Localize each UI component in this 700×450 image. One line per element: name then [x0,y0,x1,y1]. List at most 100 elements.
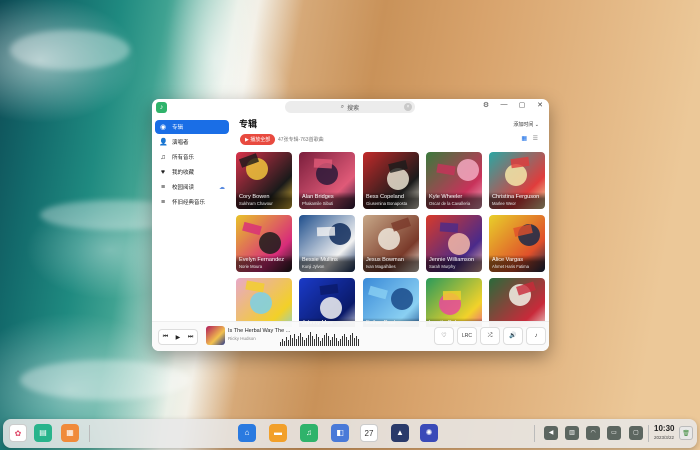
album-caption: Bessie Mullins Kunji Jylvon [299,255,355,272]
app-store-icon[interactable]: ⌂ [238,424,256,442]
album-card[interactable]: Lorette Baby [426,278,482,327]
cloud-sync-icon[interactable]: ☁ [219,184,225,191]
waveform-bar [332,337,333,346]
album-card[interactable] [489,278,545,327]
album-card[interactable] [236,278,292,327]
album-card[interactable]: Christina Ferguson Marlee Weor [489,152,545,209]
album-card[interactable]: Alice Vargas Ahmet Haris Fatima [489,215,545,272]
trash-icon[interactable]: 🗑 [679,426,693,440]
browser-icon[interactable]: ▲ [391,424,409,442]
album-card[interactable]: Kyle Wheeler Oscar de la Cavalleria [426,152,482,209]
album-artist: Ivan Magalhães [366,264,396,269]
favorite-button[interactable]: ♡ [434,327,454,345]
sidebar: ◉ 专辑 👤 演唱者 ♫ 所有音乐 ♥ 我的收藏 ≡ 校园阅读 ☁ ≡ 怀旧经典音乐 [152,117,232,325]
sidebar-item-4[interactable]: ≡ 校园阅读 ☁ [155,180,229,194]
album-name: Alan Bridges [302,194,334,200]
waveform-bar [294,334,295,346]
window-controls: ⚙ — ▢ ✕ [481,101,545,109]
volume-button[interactable]: 🔊 [503,327,523,345]
waveform-bar [330,340,331,346]
music-note-icon: ♫ [160,153,166,161]
clear-search-icon[interactable]: × [404,103,412,111]
playlist-icon: ≡ [160,183,166,191]
now-playing-cover[interactable] [206,326,225,345]
sidebar-item-0[interactable]: ◉ 专辑 [155,120,229,134]
volume-icon: 🔊 [509,333,517,339]
album-card[interactable]: Alan Bridges Phakamile Sibuti [299,152,355,209]
album-card[interactable]: Cory Bowen Sukhram Chavour [236,152,292,209]
album-cover-art [391,217,411,232]
album-card[interactable]: Bessie Mullins Kunji Jylvon [299,215,355,272]
album-cover-art [319,283,339,296]
artist-icon: 👤 [159,139,168,146]
list-view-icon[interactable]: ☰ [533,135,538,142]
album-count-summary: 47张专辑-763首歌曲 [278,137,324,143]
album-cover-art [250,292,272,314]
album-artist: Oscar de la Cavalleria [429,201,471,206]
album-card[interactable]: Jennie Williamson Sarah Murphy [426,215,482,272]
previous-icon[interactable]: ⏮ [163,334,168,341]
wifi-tray-icon[interactable]: ◠ [586,426,600,440]
sidebar-item-label: 我的收藏 [172,170,195,176]
play-icon[interactable]: ▶ [176,334,181,341]
dock-separator [648,425,649,442]
album-card[interactable]: Johnny Mon [299,278,355,327]
sidebar-item-label: 所有音乐 [172,155,195,161]
workspace-icon[interactable]: ▦ [61,424,79,442]
album-card[interactable]: Esther PaulCarlotta Dottore [363,278,419,327]
launcher-icon[interactable]: ✿ [9,424,27,442]
album-caption: Jennie Williamson Sarah Murphy [426,255,482,272]
waveform-bar [350,335,351,346]
album-caption: Cory Bowen Sukhram Chavour [236,192,292,209]
album-cover-art [245,280,265,293]
page-title: 专辑 [239,119,258,129]
next-icon[interactable]: ⏭ [188,334,193,341]
sidebar-item-5[interactable]: ≡ 怀旧经典音乐 [155,195,229,209]
clock-time[interactable]: 10:30 [654,424,674,433]
album-cover-art [242,221,262,236]
play-all-button[interactable]: ▶ 播放全部 [240,134,276,145]
sidebar-item-3[interactable]: ♥ 我的收藏 [155,165,229,179]
shuffle-icon: ⤮ [487,333,493,339]
heart-icon: ♡ [441,333,447,339]
search-input[interactable]: ⌕ 搜索 × [285,101,415,113]
waveform-progress[interactable] [280,332,362,346]
sidebar-item-2[interactable]: ♫ 所有音乐 [155,150,229,164]
close-button[interactable]: ✕ [535,101,545,109]
maximize-button[interactable]: ▢ [517,101,527,109]
document-viewer-icon[interactable]: ◧ [331,424,349,442]
music-app-icon[interactable]: ♫ [300,424,318,442]
volume-tray-icon[interactable]: ◀ [544,426,558,440]
sidebar-item-1[interactable]: 👤 演唱者 [155,135,229,149]
album-caption: Kyle Wheeler Oscar de la Cavalleria [426,192,482,209]
album-cover-art [259,232,281,254]
network-tray-icon[interactable]: ▥ [565,426,579,440]
notification-tray-icon[interactable]: ▢ [629,426,643,440]
shuffle-button[interactable]: ⤮ [480,327,500,345]
multitask-view-icon[interactable]: ▤ [34,424,52,442]
settings-icon[interactable]: ✺ [420,424,438,442]
minimize-button[interactable]: — [499,101,509,109]
calendar-icon[interactable]: 27 [360,424,378,442]
lyrics-button[interactable]: LRC [457,327,477,345]
waveform-bar [328,336,329,346]
battery-tray-icon[interactable]: ▭ [607,426,621,440]
sort-dropdown[interactable]: 添加时间 ⌄ [513,121,539,128]
waveform-bar [320,341,321,346]
file-manager-icon[interactable]: ▬ [269,424,287,442]
album-card[interactable]: Evelyn Fernandez Norie Moura [236,215,292,272]
menu-button[interactable]: ⚙ [481,101,491,109]
clock-date[interactable]: 2023/3/22 [654,435,674,440]
waveform-bar [356,336,357,346]
waveform-bar [304,340,305,346]
waveform-bar [338,341,339,346]
playlist-button[interactable]: ♪ [526,327,546,345]
album-grid: Cory Bowen Sukhram Chavour Alan Bridges Pha… [236,152,549,327]
playlist-icon: ≡ [160,198,166,206]
waveform-bar [336,338,337,346]
grid-view-icon[interactable]: ▦ [521,135,527,142]
album-card[interactable]: Bess Copeland Giusemina Bonaposta [363,152,419,209]
waveform-bar [292,338,293,346]
album-card[interactable]: Jesus Bowman Ivan Magalhães [363,215,419,272]
album-cover-art [316,226,336,237]
